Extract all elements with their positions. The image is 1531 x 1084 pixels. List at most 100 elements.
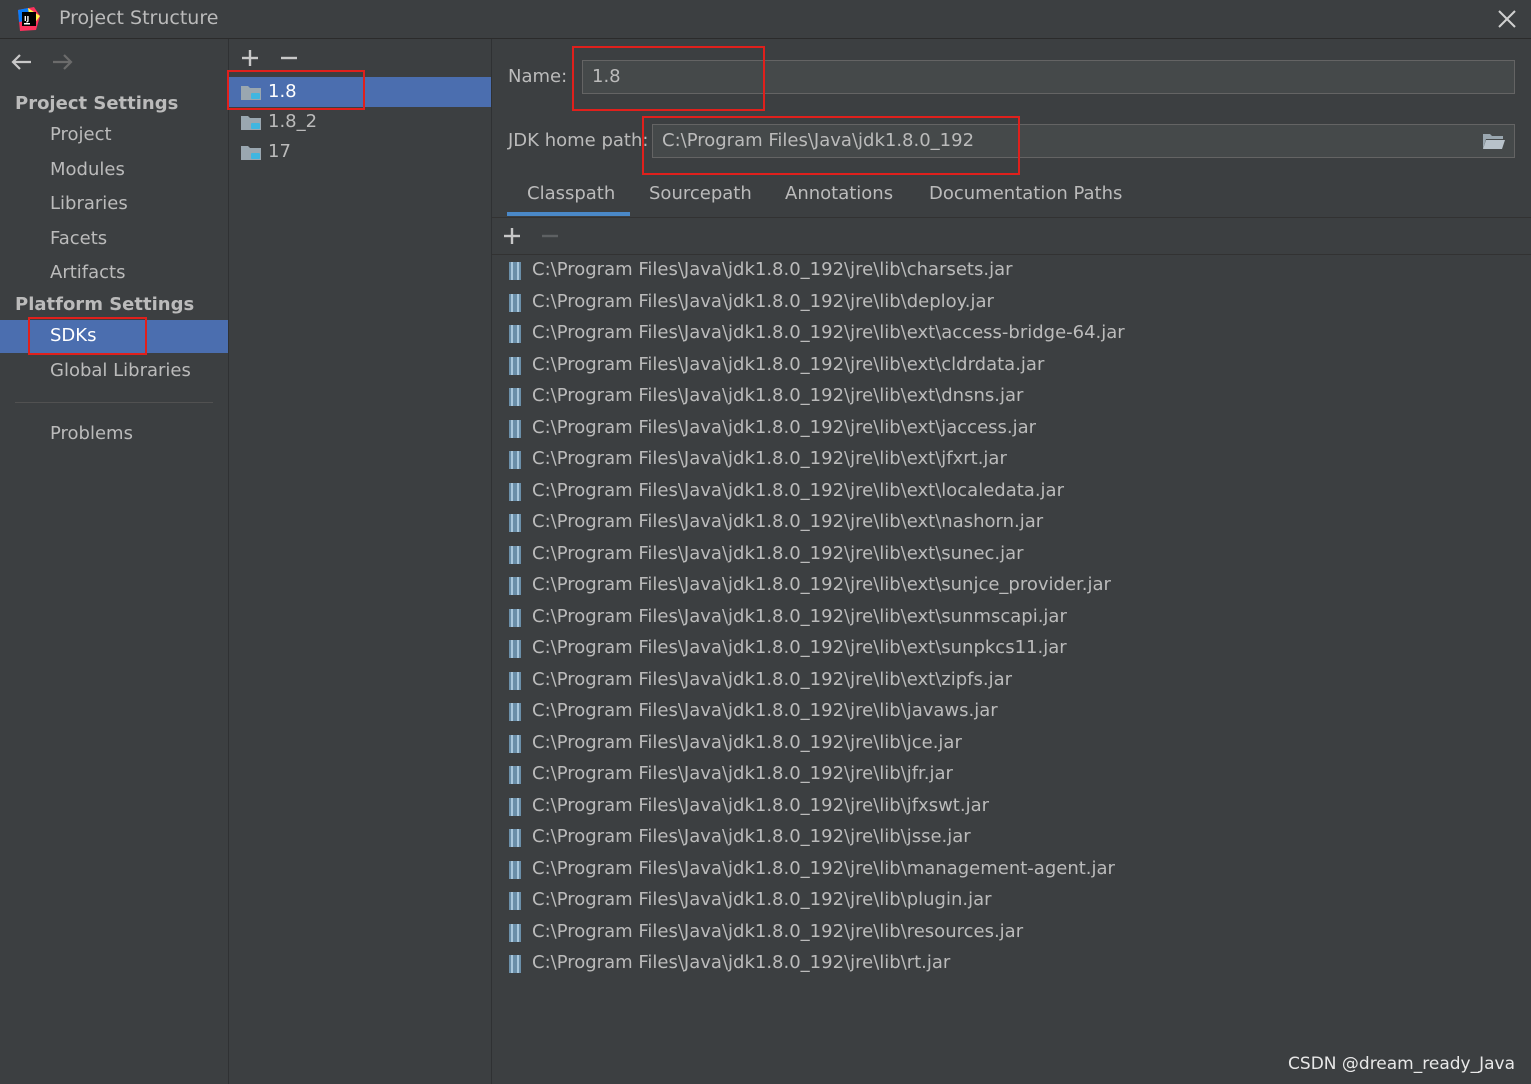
nav-item-libraries[interactable]: Libraries — [0, 188, 228, 221]
classpath-entry[interactable]: C:\Program Files\Java\jdk1.8.0_192\jre\l… — [492, 319, 1531, 351]
classpath-entry-path: C:\Program Files\Java\jdk1.8.0_192\jre\l… — [532, 574, 1111, 595]
tab-annotations[interactable]: Annotations — [785, 183, 893, 204]
classpath-entry-path: C:\Program Files\Java\jdk1.8.0_192\jre\l… — [532, 826, 971, 847]
classpath-entry[interactable]: C:\Program Files\Java\jdk1.8.0_192\jre\l… — [492, 823, 1531, 855]
classpath-entry[interactable]: C:\Program Files\Java\jdk1.8.0_192\jre\l… — [492, 508, 1531, 540]
classpath-entry-path: C:\Program Files\Java\jdk1.8.0_192\jre\l… — [532, 354, 1044, 375]
jdk-folder-icon — [240, 143, 262, 161]
jar-library-icon — [508, 860, 522, 880]
jar-library-icon — [508, 923, 522, 943]
nav-item-modules[interactable]: Modules — [0, 154, 228, 187]
sdk-item-1-8-2[interactable]: 1.8_2 — [229, 107, 491, 137]
nav-item-label: Modules — [50, 159, 125, 180]
intellij-idea-icon: IJ — [16, 6, 42, 32]
jdk-home-path-label: JDK home path: — [508, 130, 648, 151]
sdk-list-panel: 1.8 1.8_2 17 — [229, 39, 492, 1084]
classpath-entry-path: C:\Program Files\Java\jdk1.8.0_192\jre\l… — [532, 732, 962, 753]
classpath-entry[interactable]: C:\Program Files\Java\jdk1.8.0_192\jre\l… — [492, 886, 1531, 918]
classpath-entry[interactable]: C:\Program Files\Java\jdk1.8.0_192\jre\l… — [492, 634, 1531, 666]
classpath-entry-path: C:\Program Files\Java\jdk1.8.0_192\jre\l… — [532, 322, 1125, 343]
classpath-entry-path: C:\Program Files\Java\jdk1.8.0_192\jre\l… — [532, 385, 1023, 406]
platform-settings-header: Platform Settings — [15, 294, 194, 315]
plus-icon[interactable] — [239, 47, 261, 69]
classpath-entry[interactable]: C:\Program Files\Java\jdk1.8.0_192\jre\l… — [492, 855, 1531, 887]
jar-library-icon — [508, 639, 522, 659]
tab-sourcepath[interactable]: Sourcepath — [649, 183, 752, 204]
folder-open-icon[interactable] — [1482, 131, 1506, 151]
tab-classpath[interactable]: Classpath — [527, 183, 615, 204]
nav-item-global-libraries[interactable]: Global Libraries — [0, 355, 228, 388]
arrow-left-icon[interactable] — [10, 51, 34, 73]
name-label: Name: — [508, 66, 567, 87]
close-icon[interactable] — [1493, 5, 1521, 33]
jar-library-icon — [508, 450, 522, 470]
classpath-entry[interactable]: C:\Program Files\Java\jdk1.8.0_192\jre\l… — [492, 792, 1531, 824]
classpath-entry[interactable]: C:\Program Files\Java\jdk1.8.0_192\jre\l… — [492, 571, 1531, 603]
classpath-entry-path: C:\Program Files\Java\jdk1.8.0_192\jre\l… — [532, 795, 989, 816]
classpath-entry-path: C:\Program Files\Java\jdk1.8.0_192\jre\l… — [532, 952, 950, 973]
classpath-entry[interactable]: C:\Program Files\Java\jdk1.8.0_192\jre\l… — [492, 666, 1531, 698]
classpath-entry[interactable]: C:\Program Files\Java\jdk1.8.0_192\jre\l… — [492, 351, 1531, 383]
classpath-entry-path: C:\Program Files\Java\jdk1.8.0_192\jre\l… — [532, 763, 953, 784]
classpath-entry[interactable]: C:\Program Files\Java\jdk1.8.0_192\jre\l… — [492, 603, 1531, 635]
jar-library-icon — [508, 261, 522, 281]
nav-item-label: Project — [50, 124, 112, 145]
jar-library-icon — [508, 387, 522, 407]
minus-icon[interactable] — [539, 225, 561, 247]
project-settings-header: Project Settings — [15, 93, 178, 114]
classpath-entry[interactable]: C:\Program Files\Java\jdk1.8.0_192\jre\l… — [492, 288, 1531, 320]
classpath-entry[interactable]: C:\Program Files\Java\jdk1.8.0_192\jre\l… — [492, 729, 1531, 761]
classpath-entry-path: C:\Program Files\Java\jdk1.8.0_192\jre\l… — [532, 606, 1067, 627]
nav-item-project[interactable]: Project — [0, 119, 228, 152]
classpath-entry[interactable]: C:\Program Files\Java\jdk1.8.0_192\jre\l… — [492, 760, 1531, 792]
jar-library-icon — [508, 671, 522, 691]
classpath-entry-path: C:\Program Files\Java\jdk1.8.0_192\jre\l… — [532, 259, 1013, 280]
path-tabs: Classpath Sourcepath Annotations Documen… — [492, 177, 1531, 218]
jar-library-icon — [508, 734, 522, 754]
window-title: Project Structure — [59, 7, 218, 29]
jar-library-icon — [508, 293, 522, 313]
classpath-entry[interactable]: C:\Program Files\Java\jdk1.8.0_192\jre\l… — [492, 540, 1531, 572]
sdk-details-panel: Name: 1.8 JDK home path: C:\Program File… — [492, 39, 1531, 1084]
classpath-entry[interactable]: C:\Program Files\Java\jdk1.8.0_192\jre\l… — [492, 445, 1531, 477]
arrow-right-icon[interactable] — [50, 51, 74, 73]
jar-library-icon — [508, 576, 522, 596]
sdk-item-17[interactable]: 17 — [229, 137, 491, 167]
classpath-entry-path: C:\Program Files\Java\jdk1.8.0_192\jre\l… — [532, 543, 1024, 564]
nav-item-facets[interactable]: Facets — [0, 223, 228, 256]
annotation-box-name — [572, 46, 765, 111]
classpath-entry[interactable]: C:\Program Files\Java\jdk1.8.0_192\jre\l… — [492, 256, 1531, 288]
classpath-entry[interactable]: C:\Program Files\Java\jdk1.8.0_192\jre\l… — [492, 949, 1531, 981]
watermark: CSDN @dream_ready_Java — [1288, 1054, 1515, 1074]
jar-library-icon — [508, 765, 522, 785]
annotation-box-jdk-path — [642, 116, 1020, 175]
nav-item-artifacts[interactable]: Artifacts — [0, 257, 228, 290]
jar-library-icon — [508, 954, 522, 974]
sdk-item-label: 17 — [268, 141, 291, 162]
classpath-entry[interactable]: C:\Program Files\Java\jdk1.8.0_192\jre\l… — [492, 918, 1531, 950]
plus-icon[interactable] — [501, 225, 523, 247]
jar-library-icon — [508, 482, 522, 502]
nav-item-label: Problems — [50, 423, 133, 444]
title-bar: IJ Project Structure — [0, 0, 1531, 39]
classpath-entry[interactable]: C:\Program Files\Java\jdk1.8.0_192\jre\l… — [492, 382, 1531, 414]
annotation-box-sdks-nav — [28, 317, 147, 355]
classpath-entry-path: C:\Program Files\Java\jdk1.8.0_192\jre\l… — [532, 921, 1023, 942]
classpath-toolbar — [492, 218, 1531, 255]
classpath-entry[interactable]: C:\Program Files\Java\jdk1.8.0_192\jre\l… — [492, 414, 1531, 446]
nav-item-label: Libraries — [50, 193, 128, 214]
classpath-entry-path: C:\Program Files\Java\jdk1.8.0_192\jre\l… — [532, 700, 998, 721]
tab-documentation-paths[interactable]: Documentation Paths — [929, 183, 1122, 204]
jar-library-icon — [508, 891, 522, 911]
classpath-list: C:\Program Files\Java\jdk1.8.0_192\jre\l… — [492, 256, 1531, 981]
classpath-entry[interactable]: C:\Program Files\Java\jdk1.8.0_192\jre\l… — [492, 477, 1531, 509]
minus-icon[interactable] — [278, 47, 300, 69]
jar-library-icon — [508, 356, 522, 376]
nav-item-label: Artifacts — [50, 262, 125, 283]
jar-library-icon — [508, 702, 522, 722]
classpath-entry-path: C:\Program Files\Java\jdk1.8.0_192\jre\l… — [532, 417, 1036, 438]
annotation-box-sdk — [227, 70, 365, 110]
classpath-entry[interactable]: C:\Program Files\Java\jdk1.8.0_192\jre\l… — [492, 697, 1531, 729]
jar-library-icon — [508, 324, 522, 344]
nav-item-problems[interactable]: Problems — [0, 418, 228, 451]
